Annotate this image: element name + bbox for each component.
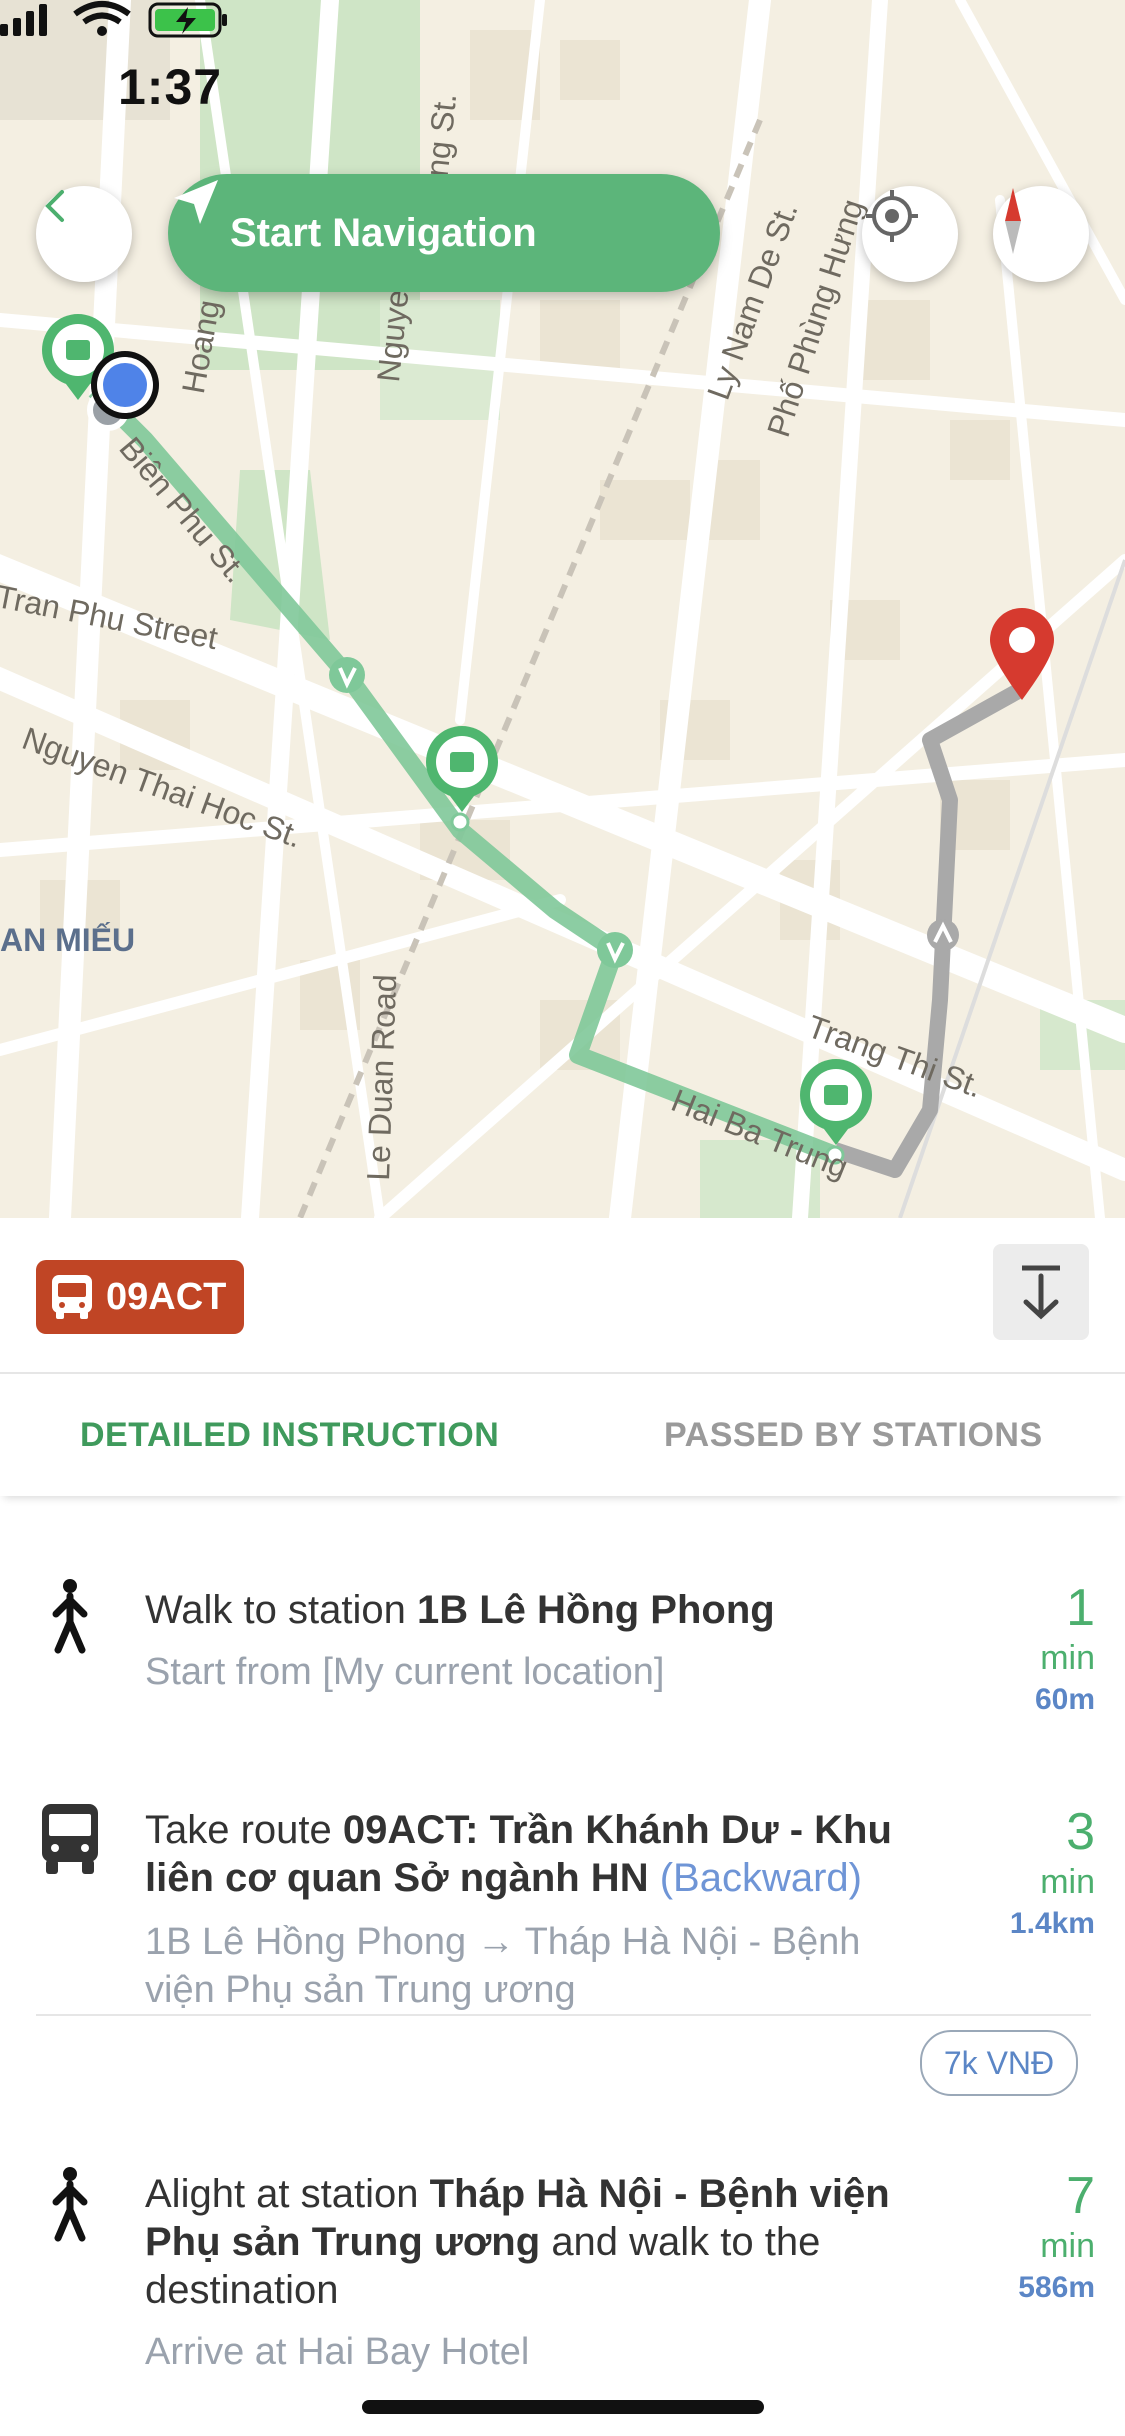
route-direction: (Backward) (659, 1856, 862, 1900)
step-subtitle: Arrive at Hai Bay Hotel (145, 2331, 530, 2373)
back-button[interactable] (36, 186, 132, 282)
route-code-badge: 09ACT (36, 1260, 244, 1334)
street-label: Le Duan Road (360, 973, 404, 1182)
step-title: Take route 09ACT: Trần Khánh Dư - Khu li… (145, 1808, 892, 1900)
route-code: 09ACT (106, 1275, 227, 1318)
compass-button[interactable] (993, 186, 1089, 282)
collapse-sheet-button[interactable] (993, 1244, 1089, 1340)
map-view[interactable]: Lap Hoang Nguye uong St. Biên Phu St. Tr… (0, 0, 1125, 1218)
home-indicator[interactable] (362, 2400, 764, 2414)
compass-icon (1005, 188, 1021, 254)
walking-person-icon (52, 1579, 88, 1654)
divider (36, 2014, 1091, 2016)
step-duration: 7 min 586m (1018, 2167, 1095, 2304)
route-detail-sheet: 09ACT DETAILED INSTRUCTION PASSED BY STA… (0, 1218, 1125, 2436)
area-label: AN MIẾU (0, 922, 136, 958)
step-title: Alight at station Tháp Hà Nội - Bệnh việ… (145, 2172, 890, 2312)
step-duration: 3 min 1.4km (1009, 1803, 1095, 1940)
status-bar: 1:37 (0, 0, 1125, 130)
step-subtitle: Start from [My current location] (145, 1651, 665, 1693)
status-icons (0, 1, 227, 38)
walking-person-icon (52, 2167, 88, 2242)
step-title: Walk to station 1B Lê Hồng Phong (145, 1588, 775, 1632)
bus-icon (42, 1804, 98, 1874)
start-navigation-button[interactable]: Start Navigation (168, 174, 720, 292)
arrow-down-to-line-icon (1022, 1265, 1060, 1320)
chevron-left-icon (45, 190, 64, 222)
step-subtitle: 1B Lê Hồng Phong → Tháp Hà Nội - Bệnh vi… (145, 1921, 861, 2011)
tab-detailed-instruction[interactable]: DETAILED INSTRUCTION (80, 1416, 499, 1455)
tab-passed-by-stations[interactable]: PASSED BY STATIONS (664, 1416, 1043, 1455)
fare-badge: 7k VNĐ (920, 2030, 1078, 2096)
my-location-button[interactable] (862, 186, 958, 282)
start-navigation-label: Start Navigation (230, 210, 537, 255)
tab-bar: DETAILED INSTRUCTION PASSED BY STATIONS (0, 1372, 1125, 1496)
crosshair-icon (866, 190, 918, 242)
bus-icon (50, 1273, 94, 1321)
status-time: 1:37 (118, 59, 223, 115)
step-duration: 1 min 60m (1034, 1579, 1095, 1716)
